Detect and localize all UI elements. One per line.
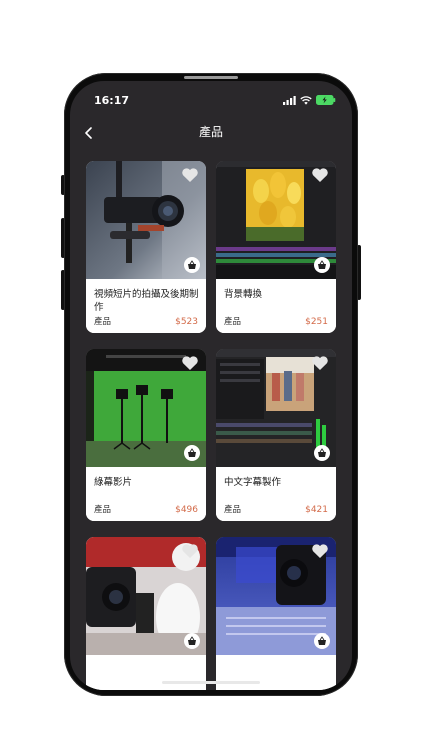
product-card[interactable]: 視頻短片的拍攝及後期制作 產品 $523	[86, 161, 206, 333]
product-card[interactable]: 背景轉換 產品 $251	[216, 161, 336, 333]
status-bar: 16:17	[70, 81, 352, 117]
status-icons	[283, 95, 336, 105]
battery-charging-icon	[316, 95, 336, 105]
product-name: 綠幕影片	[94, 477, 133, 488]
product-category: 產品	[224, 505, 242, 515]
product-category: 產品	[224, 317, 242, 327]
app-screen: 16:17 產品 視頻短片的拍攝及後期制作 產品 $523 背景轉換 產品 $2…	[70, 81, 352, 690]
status-time: 16:17	[94, 94, 130, 107]
product-image	[86, 349, 206, 467]
product-price: $523	[175, 317, 198, 327]
home-indicator[interactable]	[162, 681, 260, 684]
product-info: 背景轉換 產品 $251	[216, 279, 336, 333]
favorite-heart-icon[interactable]	[181, 167, 199, 183]
navigation-bar: 產品	[70, 117, 352, 147]
product-category: 產品	[94, 317, 112, 327]
product-price: $251	[305, 317, 328, 327]
product-card[interactable]	[86, 537, 206, 690]
speaker-grille	[184, 76, 238, 79]
device-mockup: 16:17 產品 視頻短片的拍攝及後期制作 產品 $523 背景轉換 產品 $2…	[0, 0, 422, 750]
favorite-heart-icon[interactable]	[181, 355, 199, 371]
basket-icon	[318, 636, 326, 645]
product-info	[86, 655, 206, 690]
basket-icon	[318, 448, 326, 457]
product-price: $421	[305, 505, 328, 515]
product-name: 背景轉換	[224, 289, 263, 300]
product-image	[86, 161, 206, 279]
favorite-heart-icon[interactable]	[311, 355, 329, 371]
add-to-basket-button[interactable]	[314, 633, 330, 649]
product-image	[216, 349, 336, 467]
product-price: $496	[175, 505, 198, 515]
signal-icon	[283, 95, 296, 105]
favorite-heart-icon[interactable]	[181, 543, 199, 559]
product-card[interactable]	[216, 537, 336, 690]
add-to-basket-button[interactable]	[314, 445, 330, 461]
add-to-basket-button[interactable]	[184, 445, 200, 461]
product-info	[216, 655, 336, 690]
add-to-basket-button[interactable]	[314, 257, 330, 273]
product-info: 綠幕影片 產品 $496	[86, 467, 206, 521]
basket-icon	[188, 636, 196, 645]
add-to-basket-button[interactable]	[184, 633, 200, 649]
product-image	[216, 161, 336, 279]
product-card[interactable]: 綠幕影片 產品 $496	[86, 349, 206, 521]
basket-icon	[318, 260, 326, 269]
favorite-heart-icon[interactable]	[311, 543, 329, 559]
product-name: 中文字幕製作	[224, 477, 282, 488]
product-info: 視頻短片的拍攝及後期制作 產品 $523	[86, 279, 206, 333]
basket-icon	[188, 260, 196, 269]
product-image	[216, 537, 336, 655]
product-card[interactable]: 中文字幕製作 產品 $421	[216, 349, 336, 521]
page-title: 產品	[198, 125, 223, 139]
add-to-basket-button[interactable]	[184, 257, 200, 273]
wifi-icon	[300, 95, 312, 105]
favorite-heart-icon[interactable]	[311, 167, 329, 183]
product-name: 視頻短片的拍攝及後期制作	[94, 289, 199, 313]
product-info: 中文字幕製作 產品 $421	[216, 467, 336, 521]
product-category: 產品	[94, 505, 112, 515]
basket-icon	[188, 448, 196, 457]
product-image	[86, 537, 206, 655]
